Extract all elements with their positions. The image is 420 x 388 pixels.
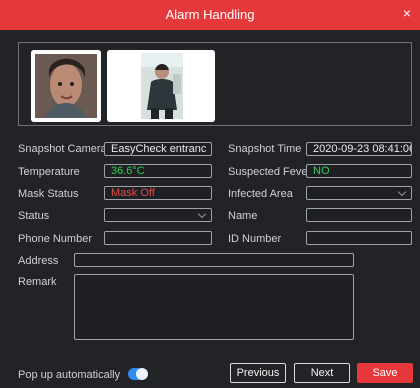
infected-area-select[interactable] <box>306 186 412 200</box>
phone-number-label: Phone Number <box>18 233 92 245</box>
status-label: Status <box>18 210 50 222</box>
remark-textarea[interactable] <box>74 274 354 340</box>
mask-status-label: Mask Status <box>18 188 79 200</box>
temperature-label: Temperature <box>18 166 80 178</box>
infected-area-label: Infected Area <box>228 188 293 200</box>
full-snapshot-image <box>107 50 215 122</box>
face-snapshot-image <box>31 50 101 122</box>
temperature-field[interactable]: 36.6°C <box>104 164 212 178</box>
face-snapshot-thumbnail[interactable] <box>31 50 101 122</box>
close-icon[interactable]: × <box>400 6 414 20</box>
full-snapshot-thumbnail[interactable] <box>107 50 215 122</box>
name-input[interactable] <box>306 208 412 222</box>
id-number-input[interactable] <box>306 231 412 245</box>
snapshot-time-label: Snapshot Time <box>228 143 302 155</box>
previous-button[interactable]: Previous <box>230 363 286 383</box>
snapshot-panel <box>18 42 412 126</box>
save-button[interactable]: Save <box>357 363 413 383</box>
address-label: Address <box>18 255 59 267</box>
name-label: Name <box>228 210 258 222</box>
suspected-fever-field[interactable]: NO <box>306 164 412 178</box>
phone-number-input[interactable] <box>104 231 212 245</box>
id-number-label: ID Number <box>228 233 282 245</box>
footer-bar: Pop up automatically Previous Next Save <box>0 360 420 388</box>
window-title: Alarm Handling <box>165 7 255 22</box>
snapshot-camera-label: Snapshot Camera <box>18 143 107 155</box>
remark-label: Remark <box>18 276 57 288</box>
snapshot-camera-field[interactable]: EasyCheck entranc <box>104 142 212 156</box>
toggle-knob <box>136 368 148 380</box>
status-select[interactable] <box>104 208 212 222</box>
suspected-fever-label: Suspected Fever <box>228 166 312 178</box>
snapshot-time-field[interactable]: 2020-09-23 08:41:06 <box>306 142 412 156</box>
address-input[interactable] <box>74 253 354 267</box>
next-button[interactable]: Next <box>294 363 350 383</box>
mask-status-field[interactable]: Mask Off <box>104 186 212 200</box>
popup-automatically-label: Pop up automatically <box>18 369 121 381</box>
